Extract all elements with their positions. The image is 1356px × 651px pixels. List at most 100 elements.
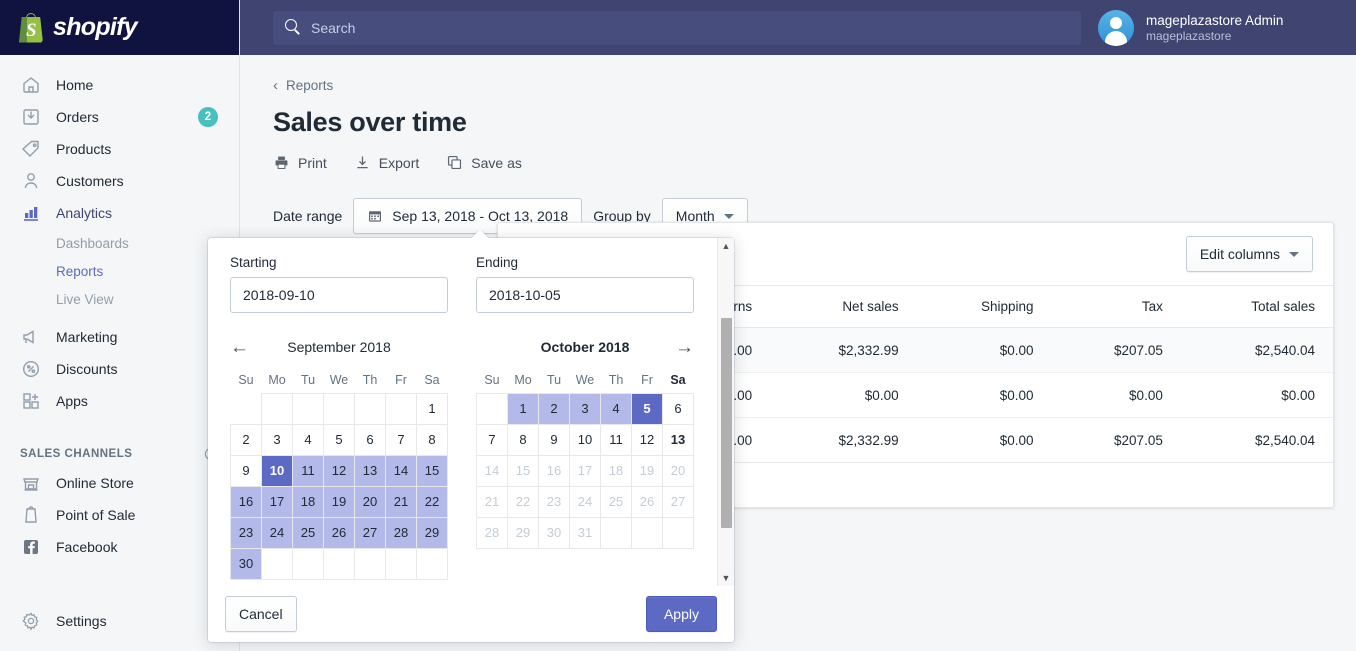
account-menu[interactable]: mageplazastore Admin mageplazastore [1080, 0, 1356, 55]
print-button[interactable]: Print [273, 154, 327, 171]
calendar-day-1[interactable]: 1 [416, 392, 448, 425]
calendar-day-26[interactable]: 26 [323, 516, 355, 549]
calendar-day-6[interactable]: 6 [662, 392, 694, 425]
calendar-day-27: 27 [662, 485, 694, 518]
calendar-day-8[interactable]: 8 [507, 423, 539, 456]
calendar-day-18[interactable]: 18 [292, 485, 324, 518]
sidebar-item-settings[interactable]: Settings [0, 605, 240, 637]
sidebar-item-online-store[interactable]: Online Store [0, 467, 239, 499]
cell-total-sales: $2,540.04 [1180, 327, 1333, 373]
scroll-up-arrow-icon[interactable]: ▲ [718, 238, 734, 254]
calendar-day-13[interactable]: 13 [354, 454, 386, 487]
calendar-day-7[interactable]: 7 [385, 423, 417, 456]
calendar-day-16[interactable]: 16 [230, 485, 262, 518]
column-header-shipping[interactable]: Shipping [916, 285, 1052, 328]
calendar-day-7[interactable]: 7 [476, 423, 508, 456]
calendar-day-13[interactable]: 13 [662, 423, 694, 456]
search-input[interactable]: Search [273, 10, 1081, 45]
sidebar-item-orders[interactable]: Orders 2 [0, 101, 239, 133]
sidebar-item-point-of-sale[interactable]: Point of Sale [0, 499, 239, 531]
calendar-day-21[interactable]: 21 [385, 485, 417, 518]
calendar-day-14[interactable]: 14 [385, 454, 417, 487]
column-header-total-sales[interactable]: Total sales [1180, 285, 1333, 328]
account-name: mageplazastore Admin [1146, 12, 1284, 28]
calendar-day-23[interactable]: 23 [230, 516, 262, 549]
sidebar-item-analytics[interactable]: Analytics [0, 197, 239, 229]
calendar-day-24[interactable]: 24 [261, 516, 293, 549]
scroll-down-arrow-icon[interactable]: ▼ [718, 570, 734, 586]
sidebar-subitem-reports[interactable]: Reports [0, 257, 239, 285]
sidebar-item-apps[interactable]: Apps [0, 385, 239, 417]
calendar-day-11[interactable]: 11 [600, 423, 632, 456]
export-button[interactable]: Export [354, 154, 419, 171]
calendar-day-15[interactable]: 15 [416, 454, 448, 487]
breadcrumb[interactable]: ‹ Reports [273, 77, 1334, 94]
calendar-day-17[interactable]: 17 [261, 485, 293, 518]
sales-channels-label: SALES CHANNELS [20, 448, 133, 460]
calendar-day-2[interactable]: 2 [538, 392, 570, 425]
facebook-icon [20, 536, 42, 558]
shopify-bag-icon: S [17, 12, 45, 43]
calendar-day-20[interactable]: 20 [354, 485, 386, 518]
sidebar-nav: Home Orders 2 Products Customers Analyti… [0, 55, 239, 563]
popover-scrollbar[interactable]: ▲ ▼ [717, 238, 734, 586]
save-as-label: Save as [471, 154, 522, 171]
starting-date-input[interactable] [230, 277, 448, 313]
shopify-logo[interactable]: S shopify [0, 0, 239, 55]
calendar-day-9[interactable]: 9 [230, 454, 262, 487]
column-header-net-sales[interactable]: Net sales [770, 285, 917, 328]
calendar-day-29[interactable]: 29 [416, 516, 448, 549]
arrow-left-icon[interactable]: ← [230, 338, 256, 357]
calendar-day-10[interactable]: 10 [261, 454, 293, 487]
calendar-day-27[interactable]: 27 [354, 516, 386, 549]
column-header-tax[interactable]: Tax [1051, 285, 1181, 328]
calendar-day-2[interactable]: 2 [230, 423, 262, 456]
calendar-day-8[interactable]: 8 [416, 423, 448, 456]
calendar-day-28[interactable]: 28 [385, 516, 417, 549]
calendar-day-4[interactable]: 4 [600, 392, 632, 425]
calendar-day-12[interactable]: 12 [323, 454, 355, 487]
sidebar-subitem-dashboards[interactable]: Dashboards [0, 229, 239, 257]
calendar-day-12[interactable]: 12 [631, 423, 663, 456]
calendar-day-18: 18 [600, 454, 632, 487]
calendar-day-10[interactable]: 10 [569, 423, 601, 456]
sidebar-item-facebook[interactable]: Facebook [0, 531, 239, 563]
ending-date-input[interactable] [476, 277, 694, 313]
calendar-day-22[interactable]: 22 [416, 485, 448, 518]
cell-shipping: $0.00 [916, 327, 1052, 373]
cancel-button[interactable]: Cancel [225, 596, 297, 632]
calendar-day-1[interactable]: 1 [507, 392, 539, 425]
sidebar-item-discounts[interactable]: Discounts [0, 353, 239, 385]
calendar-day-3[interactable]: 3 [569, 392, 601, 425]
calendar-day-empty [261, 547, 293, 580]
calendar-day-3[interactable]: 3 [261, 423, 293, 456]
cell-shipping: $0.00 [916, 372, 1052, 418]
sidebar-subitem-live-view[interactable]: Live View [0, 285, 239, 313]
sidebar-item-customers[interactable]: Customers [0, 165, 239, 197]
calendar-day-9[interactable]: 9 [538, 423, 570, 456]
calendar-day-5[interactable]: 5 [631, 392, 663, 425]
ending-column: Ending October 2018 → SuMoTuWeThFrSa1234… [476, 255, 694, 580]
calendar-day-6[interactable]: 6 [354, 423, 386, 456]
calendar-day-19[interactable]: 19 [323, 485, 355, 518]
calendar-day-22: 22 [507, 485, 539, 518]
calendar-day-5[interactable]: 5 [323, 423, 355, 456]
calendar-day-30[interactable]: 30 [230, 547, 262, 580]
save-as-button[interactable]: Save as [446, 154, 522, 171]
apply-button[interactable]: Apply [645, 596, 717, 632]
popover-footer: Cancel Apply [208, 586, 734, 642]
scrollbar-thumb[interactable] [721, 318, 732, 528]
sidebar-item-home[interactable]: Home [0, 69, 239, 101]
arrow-right-icon[interactable]: → [668, 338, 694, 357]
calendar-day-4[interactable]: 4 [292, 423, 324, 456]
calendar-day-empty [416, 547, 448, 580]
sidebar-item-marketing[interactable]: Marketing [0, 321, 239, 353]
calendar-week-row: 23 24 25 26 27 28 29 [230, 516, 448, 549]
sidebar-item-products[interactable]: Products [0, 133, 239, 165]
apps-grid-icon [20, 390, 42, 412]
edit-columns-button[interactable]: Edit columns [1185, 236, 1313, 272]
calendar-day-11[interactable]: 11 [292, 454, 324, 487]
calendar-day-25[interactable]: 25 [292, 516, 324, 549]
calendar-day-empty [631, 516, 663, 549]
calendar-week-row: 9 10 11 12 13 14 15 [230, 454, 448, 487]
